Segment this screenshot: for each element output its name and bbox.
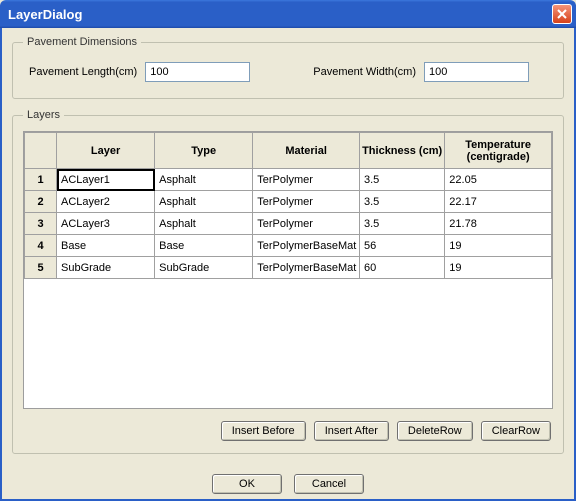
row-header[interactable]: 1 — [25, 169, 57, 191]
cell-layer[interactable]: ACLayer2 — [57, 191, 155, 213]
cell-type-value: Asphalt — [155, 171, 252, 189]
cell-material-value: TerPolymerBaseMat — [253, 237, 359, 255]
table-row[interactable]: 2ACLayer2AsphaltTerPolymer3.522.17 — [25, 191, 552, 213]
layers-grid[interactable]: Layer Type Material Thickness (cm) Tempe… — [23, 131, 553, 409]
window-title: LayerDialog — [8, 7, 552, 22]
cell-type-value: Base — [155, 237, 252, 255]
layers-group: Layers Layer Type Material Thickness (cm… — [12, 109, 564, 454]
col-header-temperature[interactable]: Temperature (centigrade) — [445, 133, 552, 169]
pavement-width-input[interactable] — [424, 62, 529, 82]
dialog-content: Pavement Dimensions Pavement Length(cm) … — [0, 28, 576, 501]
titlebar: LayerDialog — [0, 0, 576, 28]
cell-layer[interactable]: ACLayer3 — [57, 213, 155, 235]
cell-temperature-value: 19 — [445, 259, 551, 277]
cell-material[interactable]: TerPolymer — [253, 169, 360, 191]
cell-layer-value: ACLayer2 — [57, 193, 154, 211]
grid-button-row: Insert Before Insert After DeleteRow Cle… — [23, 409, 553, 443]
insert-after-button[interactable]: Insert After — [314, 421, 389, 441]
cell-thickness-value: 3.5 — [360, 171, 444, 189]
cell-temperature-value: 22.17 — [445, 193, 551, 211]
row-header[interactable]: 2 — [25, 191, 57, 213]
cell-thickness-value: 3.5 — [360, 193, 444, 211]
cell-type-value: Asphalt — [155, 215, 252, 233]
col-header-material[interactable]: Material — [253, 133, 360, 169]
table-row[interactable]: 1ACLayer1AsphaltTerPolymer3.522.05 — [25, 169, 552, 191]
cell-material[interactable]: TerPolymerBaseMat — [253, 235, 360, 257]
pavement-length-input[interactable] — [145, 62, 250, 82]
ok-button[interactable]: OK — [212, 474, 282, 494]
cell-type-value: Asphalt — [155, 193, 252, 211]
cell-material[interactable]: TerPolymer — [253, 213, 360, 235]
cell-material[interactable]: TerPolymer — [253, 191, 360, 213]
cell-temperature[interactable]: 21.78 — [445, 213, 552, 235]
cell-temperature-value: 22.05 — [445, 171, 551, 189]
cell-temperature[interactable]: 19 — [445, 257, 552, 279]
delete-row-button[interactable]: DeleteRow — [397, 421, 473, 441]
cell-type[interactable]: Asphalt — [155, 169, 253, 191]
cell-layer-value: ACLayer1 — [57, 171, 154, 189]
cell-layer[interactable]: Base — [57, 235, 155, 257]
cell-material-value: TerPolymer — [253, 215, 359, 233]
cell-temperature-value: 19 — [445, 237, 551, 255]
table-row[interactable]: 3ACLayer3AsphaltTerPolymer3.521.78 — [25, 213, 552, 235]
table-row[interactable]: 5SubGradeSubGradeTerPolymerBaseMat6019 — [25, 257, 552, 279]
cell-thickness[interactable]: 3.5 — [359, 213, 444, 235]
cell-type[interactable]: Asphalt — [155, 213, 253, 235]
cell-layer[interactable]: ACLayer1 — [57, 169, 155, 191]
grid-header-row: Layer Type Material Thickness (cm) Tempe… — [25, 133, 552, 169]
insert-before-button[interactable]: Insert Before — [221, 421, 306, 441]
layers-legend: Layers — [23, 109, 64, 121]
cell-layer-value: Base — [57, 237, 154, 255]
close-icon — [557, 9, 567, 19]
cell-temperature[interactable]: 22.17 — [445, 191, 552, 213]
cell-thickness-value: 56 — [360, 237, 444, 255]
cell-material-value: TerPolymer — [253, 193, 359, 211]
cell-type[interactable]: SubGrade — [155, 257, 253, 279]
dialog-button-row: OK Cancel — [12, 464, 564, 494]
cell-thickness[interactable]: 56 — [359, 235, 444, 257]
col-header-rownum[interactable] — [25, 133, 57, 169]
cell-thickness[interactable]: 3.5 — [359, 191, 444, 213]
cell-thickness[interactable]: 3.5 — [359, 169, 444, 191]
cell-type-value: SubGrade — [155, 259, 252, 277]
close-button[interactable] — [552, 4, 572, 24]
col-header-thickness[interactable]: Thickness (cm) — [359, 133, 444, 169]
cell-material-value: TerPolymer — [253, 171, 359, 189]
cell-layer-value: SubGrade — [57, 259, 154, 277]
table-row[interactable]: 4BaseBaseTerPolymerBaseMat5619 — [25, 235, 552, 257]
pavement-dimensions-legend: Pavement Dimensions — [23, 36, 141, 48]
col-header-layer[interactable]: Layer — [57, 133, 155, 169]
pavement-width-label: Pavement Width(cm) — [313, 66, 416, 78]
cell-layer-value: ACLayer3 — [57, 215, 154, 233]
clear-row-button[interactable]: ClearRow — [481, 421, 551, 441]
cell-type[interactable]: Asphalt — [155, 191, 253, 213]
cell-thickness[interactable]: 60 — [359, 257, 444, 279]
cell-temperature[interactable]: 22.05 — [445, 169, 552, 191]
pavement-length-label: Pavement Length(cm) — [29, 66, 137, 78]
cancel-button[interactable]: Cancel — [294, 474, 364, 494]
col-header-type[interactable]: Type — [155, 133, 253, 169]
row-header[interactable]: 3 — [25, 213, 57, 235]
cell-thickness-value: 3.5 — [360, 215, 444, 233]
pavement-dimensions-group: Pavement Dimensions Pavement Length(cm) … — [12, 36, 564, 99]
cell-layer[interactable]: SubGrade — [57, 257, 155, 279]
row-header[interactable]: 4 — [25, 235, 57, 257]
cell-thickness-value: 60 — [360, 259, 444, 277]
cell-type[interactable]: Base — [155, 235, 253, 257]
cell-temperature-value: 21.78 — [445, 215, 551, 233]
cell-material-value: TerPolymerBaseMat — [253, 259, 359, 277]
row-header[interactable]: 5 — [25, 257, 57, 279]
cell-temperature[interactable]: 19 — [445, 235, 552, 257]
cell-material[interactable]: TerPolymerBaseMat — [253, 257, 360, 279]
